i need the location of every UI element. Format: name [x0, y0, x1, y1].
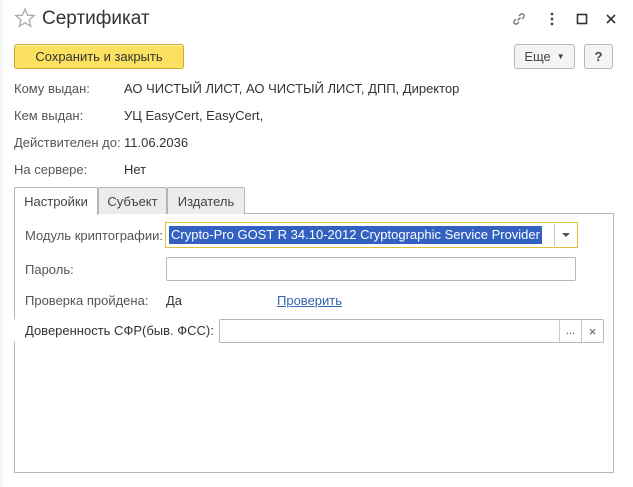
clear-button[interactable]: ×: [581, 320, 603, 342]
on-server-value: Нет: [124, 162, 147, 177]
on-server-label: На сервере:: [14, 162, 88, 177]
check-passed-value: Да: [166, 293, 183, 308]
tab-subject[interactable]: Субъект: [98, 187, 167, 214]
left-edge: [0, 0, 3, 487]
window-title: Сертификат: [42, 8, 150, 29]
more-button[interactable]: Еще ▼: [514, 44, 575, 69]
favorite-star-icon[interactable]: [14, 7, 36, 29]
check-link[interactable]: Проверить: [277, 293, 342, 308]
crypto-module-label: Модуль криптографии:: [25, 228, 163, 243]
password-field[interactable]: [166, 257, 576, 281]
more-vert-icon[interactable]: [542, 9, 562, 29]
more-button-label: Еще: [524, 49, 551, 64]
issued-to-value: АО ЧИСТЫЙ ЛИСТ, АО ЧИСТЫЙ ЛИСТ, ДПП, Дир…: [124, 81, 460, 96]
link-icon[interactable]: [509, 9, 529, 29]
caret-down-icon: ▼: [556, 52, 565, 61]
close-icon[interactable]: [601, 9, 621, 29]
issued-by-label: Кем выдан:: [14, 108, 84, 123]
check-passed-label: Проверка пройдена:: [25, 293, 149, 308]
tab-settings[interactable]: Настройки: [14, 187, 98, 215]
save-and-close-button[interactable]: Сохранить и закрыть: [14, 44, 184, 69]
power-of-attorney-label: Доверенность СФР(быв. ФСС):: [25, 323, 214, 338]
select-button[interactable]: ...: [559, 320, 581, 342]
password-label: Пароль:: [25, 262, 74, 277]
valid-until-label: Действителен до:: [14, 135, 121, 150]
power-of-attorney-field[interactable]: [219, 319, 604, 343]
maximize-icon[interactable]: [572, 9, 592, 29]
crypto-module-value[interactable]: Crypto-Pro GOST R 34.10-2012 Cryptograph…: [169, 226, 542, 244]
tab-issuer[interactable]: Издатель: [167, 187, 245, 214]
issued-by-value: УЦ EasyCert, EasyCert,: [124, 108, 264, 123]
help-button[interactable]: ?: [584, 44, 613, 69]
valid-until-value: 11.06.2036: [124, 135, 189, 150]
dropdown-arrow-icon[interactable]: [554, 224, 576, 246]
issued-to-label: Кому выдан:: [14, 81, 90, 96]
